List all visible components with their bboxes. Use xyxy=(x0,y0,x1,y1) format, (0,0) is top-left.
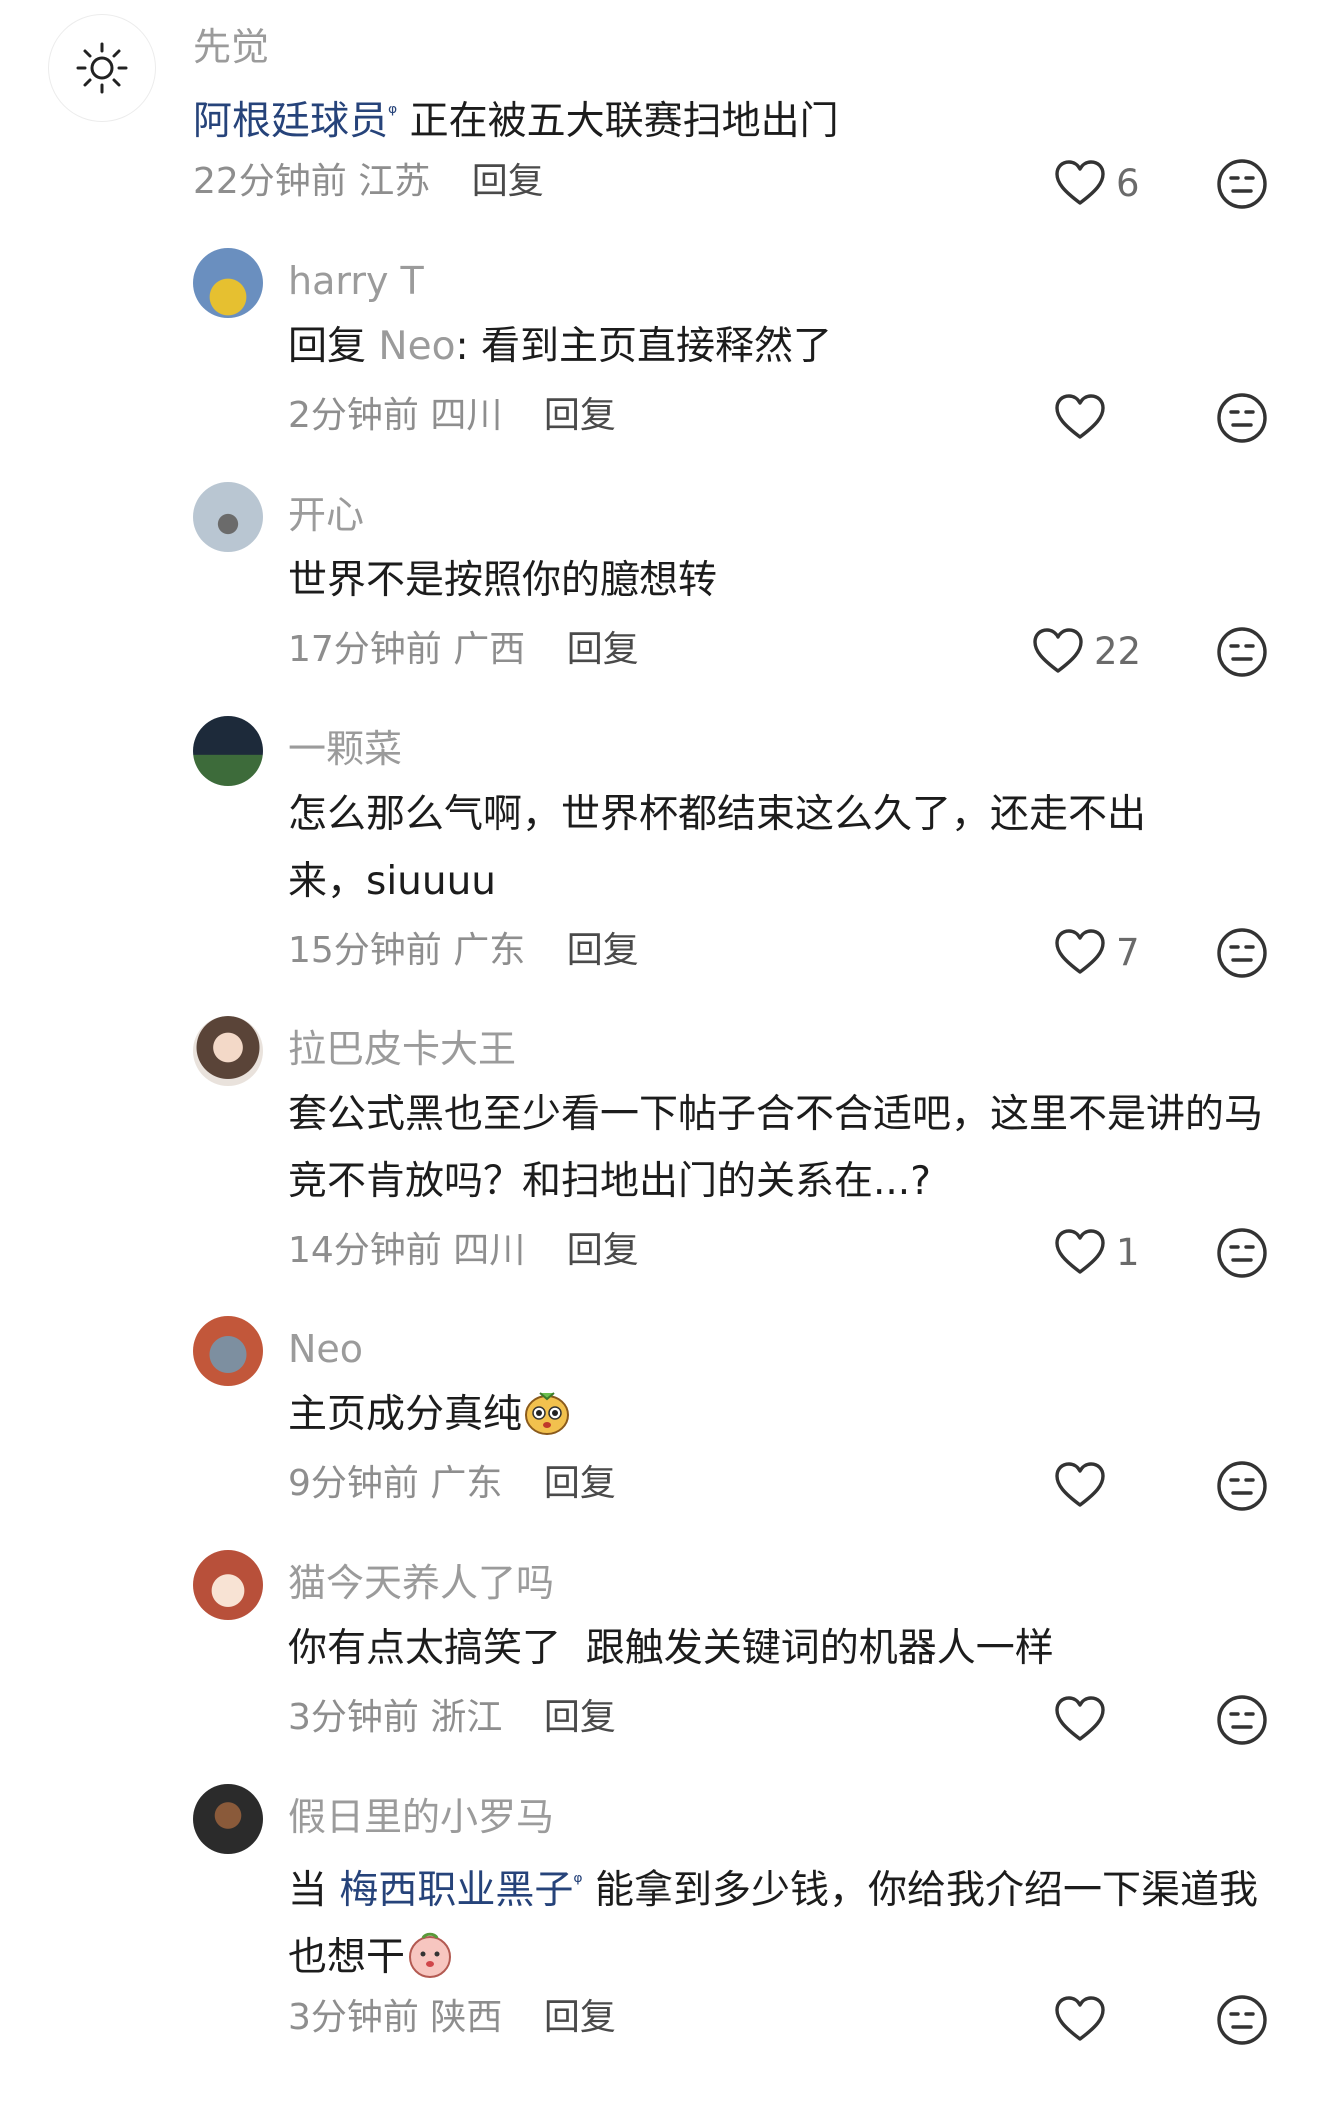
timestamp: 3分钟前 xyxy=(288,1697,419,1738)
neutral-face-icon[interactable] xyxy=(1216,626,1268,678)
timestamp: 3分钟前 xyxy=(288,1997,419,2038)
heart-outline-icon xyxy=(1054,1695,1106,1743)
username[interactable]: harry T xyxy=(288,262,424,300)
comment-meta: 3分钟前 陕西 回复 xyxy=(288,2000,616,2036)
heart-outline-icon xyxy=(1032,627,1084,675)
reply-button[interactable]: 回复 xyxy=(544,1463,616,1504)
username[interactable]: 先觉 xyxy=(193,28,269,66)
heart-outline-icon xyxy=(1054,1995,1106,2043)
avatar[interactable] xyxy=(193,248,263,318)
reply-button[interactable]: 回复 xyxy=(567,629,639,670)
comment-meta: 14分钟前 四川 回复 xyxy=(288,1233,639,1269)
timestamp: 15分钟前 xyxy=(288,930,442,971)
like-button[interactable] xyxy=(1054,1695,1116,1743)
username[interactable]: 假日里的小罗马 xyxy=(288,1798,554,1836)
neutral-face-icon[interactable] xyxy=(1216,392,1268,444)
location: 浙江 xyxy=(430,1697,503,1738)
location: 广东 xyxy=(430,1463,503,1504)
location: 广西 xyxy=(453,629,526,670)
location: 广东 xyxy=(453,930,526,971)
heart-outline-icon xyxy=(1054,159,1106,207)
avatar[interactable] xyxy=(193,482,263,552)
reply-button[interactable]: 回复 xyxy=(567,930,639,971)
neutral-face-icon[interactable] xyxy=(1216,158,1268,210)
heart-outline-icon xyxy=(1054,1461,1106,1509)
neutral-face-icon[interactable] xyxy=(1216,1994,1268,2046)
avatar[interactable] xyxy=(193,1784,263,1854)
heart-outline-icon xyxy=(1054,928,1106,976)
comment-prefix: 当 xyxy=(288,1868,340,1913)
comment-text: 套公式黑也至少看一下帖子合不合适吧，这里不是讲的马竞不肯放吗？和扫地出门的关系在… xyxy=(288,1092,1264,1204)
like-count: 22 xyxy=(1094,629,1142,673)
location: 江苏 xyxy=(358,161,431,202)
reply-button[interactable]: 回复 xyxy=(567,1230,639,1271)
comment-text: 怎么那么气啊，世界杯都结束这么久了，还走不出来，siuuuu xyxy=(288,792,1147,904)
comment-text: 阿根廷球员ᵠ 正在被五大联赛扫地出门 xyxy=(193,80,1193,155)
comment-meta: 15分钟前 广东 回复 xyxy=(288,933,639,969)
username[interactable]: Neo xyxy=(288,1330,363,1368)
comment-text: 你有点太搞笑了 跟触发关键词的机器人一样 xyxy=(288,1626,1054,1671)
search-icon: ᵠ xyxy=(573,1870,583,1895)
timestamp: 9分钟前 xyxy=(288,1463,419,1504)
sun-icon xyxy=(76,42,128,94)
neutral-face-icon[interactable] xyxy=(1216,927,1268,979)
avatar[interactable] xyxy=(193,1316,263,1386)
location: 陕西 xyxy=(430,1997,503,2038)
username[interactable]: 拉巴皮卡大王 xyxy=(288,1030,516,1068)
neutral-face-icon[interactable] xyxy=(1216,1460,1268,1512)
emoji-icon xyxy=(409,1932,452,1978)
like-button[interactable] xyxy=(1054,1995,1116,2043)
timestamp: 14分钟前 xyxy=(288,1230,442,1271)
reply-to-user[interactable]: Neo xyxy=(378,324,455,369)
heart-outline-icon xyxy=(1054,1228,1106,1276)
neutral-face-icon[interactable] xyxy=(1216,1227,1268,1279)
timestamp: 22分钟前 xyxy=(193,161,347,202)
reply-button[interactable]: 回复 xyxy=(544,1997,616,2038)
topic-link[interactable]: 梅西职业黑子 xyxy=(339,1868,573,1913)
like-count: 7 xyxy=(1116,930,1140,974)
avatar[interactable] xyxy=(193,1550,263,1620)
like-button[interactable]: 6 xyxy=(1054,159,1140,207)
username[interactable]: 一颗菜 xyxy=(288,730,402,768)
like-count: 6 xyxy=(1116,161,1140,205)
like-button[interactable]: 1 xyxy=(1054,1228,1140,1276)
comment-text: 主页成分真纯 xyxy=(288,1381,1288,1448)
location: 四川 xyxy=(430,395,503,436)
reply-prefix: 回复 xyxy=(288,324,367,369)
timestamp: 17分钟前 xyxy=(288,629,442,670)
comment-text: 回复 Neo: 看到主页直接释然了 xyxy=(288,313,1288,380)
avatar[interactable] xyxy=(48,14,156,122)
comment-meta: 22分钟前 江苏 回复 xyxy=(193,164,544,200)
neutral-face-icon[interactable] xyxy=(1216,1694,1268,1746)
search-icon: ᵠ xyxy=(388,101,398,126)
avatar[interactable] xyxy=(193,1016,263,1086)
username[interactable]: 开心 xyxy=(288,496,364,534)
topic-link[interactable]: 阿根廷球员 xyxy=(193,99,388,144)
like-button[interactable] xyxy=(1054,393,1116,441)
comment-meta: 9分钟前 广东 回复 xyxy=(288,1466,616,1502)
avatar[interactable] xyxy=(193,716,263,786)
location: 四川 xyxy=(453,1230,526,1271)
like-button[interactable]: 7 xyxy=(1054,928,1140,976)
reply-button[interactable]: 回复 xyxy=(472,161,544,202)
comment-text: 当 梅西职业黑子ᵠ 能拿到多少钱，你给我介绍一下渠道我也想干 xyxy=(288,1849,1278,1991)
username[interactable]: 猫今天养人了吗 xyxy=(288,1564,554,1602)
emoji-icon xyxy=(525,1392,570,1435)
comment-meta: 3分钟前 浙江 回复 xyxy=(288,1700,616,1736)
comment-meta: 2分钟前 四川 回复 xyxy=(288,398,616,434)
comment-body: 主页成分真纯 xyxy=(288,1392,523,1437)
timestamp: 2分钟前 xyxy=(288,395,419,436)
comment-body: 正在被五大联赛扫地出门 xyxy=(409,99,839,144)
like-button[interactable]: 22 xyxy=(1032,627,1141,675)
comment-text: 世界不是按照你的臆想转 xyxy=(288,558,718,603)
like-count: 1 xyxy=(1116,1230,1140,1274)
heart-outline-icon xyxy=(1054,393,1106,441)
comment-body: : 看到主页直接释然了 xyxy=(455,324,832,369)
comment-meta: 17分钟前 广西 回复 xyxy=(288,632,639,668)
reply-button[interactable]: 回复 xyxy=(544,1697,616,1738)
reply-button[interactable]: 回复 xyxy=(544,395,616,436)
like-button[interactable] xyxy=(1054,1461,1116,1509)
